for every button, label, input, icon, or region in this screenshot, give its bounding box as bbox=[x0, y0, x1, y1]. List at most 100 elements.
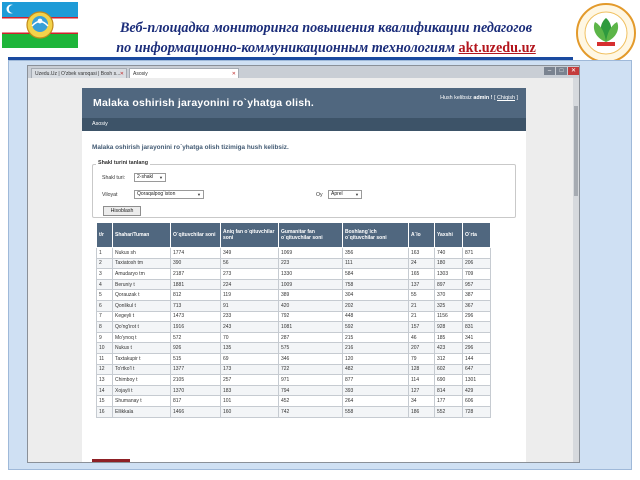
table-cell: 448 bbox=[342, 310, 409, 323]
site-title: Malaka oshirish jarayonini ro`yhatga oli… bbox=[93, 97, 314, 109]
tab-close-icon[interactable]: ✕ bbox=[120, 69, 124, 78]
table-cell: 264 bbox=[342, 395, 409, 407]
table-cell: 14 bbox=[96, 384, 113, 397]
table-cell: Mo'ynoq t bbox=[112, 331, 171, 344]
table-cell: 296 bbox=[462, 310, 491, 323]
user-greeting: Hush kelibsiz bbox=[440, 95, 472, 101]
shakl-select[interactable]: 2-shakl ▼ bbox=[134, 173, 166, 182]
calculate-button[interactable]: Hisoblash bbox=[103, 206, 141, 216]
nav-item-home[interactable]: Asosiy bbox=[92, 121, 108, 127]
table-cell: 13 bbox=[96, 374, 113, 386]
table-cell: 740 bbox=[434, 247, 463, 259]
table-cell: 2105 bbox=[170, 374, 221, 386]
table-cell: 144 bbox=[462, 352, 491, 365]
table-cell: 79 bbox=[408, 352, 435, 365]
table-cell: 137 bbox=[408, 278, 435, 291]
table-cell: 558 bbox=[342, 405, 409, 418]
table-cell: 1466 bbox=[170, 405, 221, 418]
chevron-down-icon: ▼ bbox=[355, 192, 359, 197]
oy-select[interactable]: Aprel ▼ bbox=[328, 190, 362, 199]
table-row: 3 Amudaryo tm 2187 273 1330 584 165 1303 709 bbox=[96, 268, 491, 280]
logout-link[interactable]: Chiqish bbox=[497, 95, 515, 101]
table-cell: 420 bbox=[278, 299, 343, 312]
browser-tab-active[interactable]: Asosiy ✕ bbox=[129, 68, 239, 78]
maximize-icon[interactable]: □ bbox=[556, 67, 567, 75]
table-cell: 10 bbox=[96, 342, 113, 354]
table-cell: 223 bbox=[278, 257, 343, 270]
table-cell: 758 bbox=[342, 278, 409, 291]
table-cell: Taxiatosh tm bbox=[112, 257, 171, 270]
table-cell: 606 bbox=[462, 395, 491, 407]
table-header-row: t/r Shahar/Tuman O`qituvchilar soni Aniq… bbox=[96, 222, 491, 248]
table-cell: 287 bbox=[278, 331, 343, 344]
table-cell: Kegeyli t bbox=[112, 310, 171, 323]
column-header: O`qituvchilar soni bbox=[170, 222, 221, 248]
table-cell: 34 bbox=[408, 395, 435, 407]
table-cell: 296 bbox=[462, 342, 491, 354]
table-cell: 257 bbox=[220, 374, 279, 386]
table-cell: 814 bbox=[434, 384, 463, 397]
site-address-link[interactable]: akt.uzedu.uz bbox=[459, 40, 536, 56]
table-row: 2 Taxiatosh tm 390 56 223 111 24 180 206 bbox=[96, 257, 491, 270]
table-cell: 742 bbox=[278, 405, 343, 418]
table-cell: 1473 bbox=[170, 310, 221, 323]
table-row: 9 Mo'ynoq t 572 70 287 215 46 185 341 bbox=[96, 331, 491, 344]
table-cell: 185 bbox=[434, 331, 463, 344]
table-cell: Xojayli t bbox=[112, 384, 171, 397]
table-cell: 1009 bbox=[278, 278, 343, 291]
table-cell: 794 bbox=[278, 384, 343, 397]
table-cell: 690 bbox=[434, 374, 463, 386]
table-cell: 160 bbox=[220, 405, 279, 418]
scrollbar-thumb[interactable] bbox=[574, 106, 578, 196]
table-cell: 356 bbox=[342, 247, 409, 259]
table-cell: 575 bbox=[278, 342, 343, 354]
table-cell: 1 bbox=[96, 247, 113, 259]
table-cell: 552 bbox=[434, 405, 463, 418]
table-cell: 91 bbox=[220, 299, 279, 312]
table-cell: 202 bbox=[342, 299, 409, 312]
table-cell: 56 bbox=[220, 257, 279, 270]
form-legend: Shakl turini tanlang bbox=[96, 160, 151, 166]
shakl-value: 2-shakl bbox=[137, 174, 154, 180]
table-cell: 1774 bbox=[170, 247, 221, 259]
table-cell: 114 bbox=[408, 374, 435, 386]
table-cell: 15 bbox=[96, 395, 113, 407]
table-cell: 215 bbox=[342, 331, 409, 344]
table-cell: Nukus t bbox=[112, 342, 171, 354]
table-cell: 812 bbox=[170, 289, 221, 301]
table-cell: 346 bbox=[278, 352, 343, 365]
table-cell: 120 bbox=[342, 352, 409, 365]
window-close-icon[interactable]: ✕ bbox=[568, 67, 579, 75]
table-cell: 1377 bbox=[170, 363, 221, 376]
tab-title: Uzedu.Uz | O'zbek varoqasi | Bosh s... bbox=[35, 71, 121, 77]
table-cell: 180 bbox=[434, 257, 463, 270]
minimize-icon[interactable]: – bbox=[544, 67, 555, 75]
table-cell: 21 bbox=[408, 299, 435, 312]
table-cell: 2187 bbox=[170, 268, 221, 280]
table-cell: 163 bbox=[408, 247, 435, 259]
table-cell: 243 bbox=[220, 321, 279, 333]
column-header: Gumanitar fan o`qituvchilar soni bbox=[278, 222, 343, 248]
table-cell: 206 bbox=[462, 257, 491, 270]
table-cell: 1069 bbox=[278, 247, 343, 259]
table-cell: 304 bbox=[342, 289, 409, 301]
table-cell: 70 bbox=[220, 331, 279, 344]
table-cell: 16 bbox=[96, 405, 113, 418]
table-cell: 55 bbox=[408, 289, 435, 301]
table-cell: 165 bbox=[408, 268, 435, 280]
table-cell: 482 bbox=[342, 363, 409, 376]
tab-close-icon[interactable]: ✕ bbox=[232, 69, 236, 78]
viloyat-select[interactable]: Qoraqalpog`iston ▼ bbox=[134, 190, 204, 199]
table-cell: 21 bbox=[408, 310, 435, 323]
table-cell: 12 bbox=[96, 363, 113, 376]
table-cell: 390 bbox=[170, 257, 221, 270]
table-cell: 325 bbox=[434, 299, 463, 312]
table-cell: Qonlikul t bbox=[112, 299, 171, 312]
table-cell: 926 bbox=[170, 342, 221, 354]
table-cell: Taxtakupir t bbox=[112, 352, 171, 365]
table-cell: Qo'ng'irot t bbox=[112, 321, 171, 333]
table-cell: 897 bbox=[434, 278, 463, 291]
browser-tab[interactable]: Uzedu.Uz | O'zbek varoqasi | Bosh s... ✕ bbox=[31, 68, 127, 78]
presentation-slide: Веб-площадка мониторинга повышения квали… bbox=[0, 0, 640, 480]
column-header: Yaxshi bbox=[434, 222, 463, 248]
